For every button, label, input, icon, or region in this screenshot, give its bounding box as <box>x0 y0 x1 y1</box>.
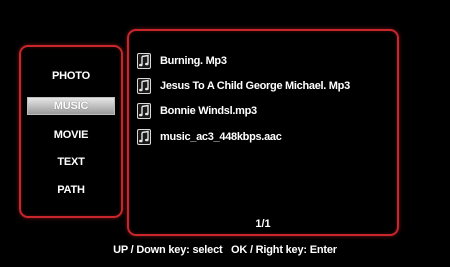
file-list-item[interactable]: Jesus To A Child George Michael. Mp3 <box>137 77 350 95</box>
file-list-panel: Burning. Mp3 Jesus To A Child George Mic… <box>127 29 399 236</box>
menu-item-movie[interactable]: MOVIE <box>27 126 115 144</box>
category-menu: PHOTO MUSIC MOVIE TEXT PATH <box>19 45 123 218</box>
file-name: Jesus To A Child George Michael. Mp3 <box>160 80 350 92</box>
file-list-item[interactable]: music_ac3_448kbps.aac <box>137 128 282 146</box>
music-file-icon <box>137 103 151 119</box>
page-indicator: 1/1 <box>255 218 271 230</box>
media-browser-screen: PHOTO MUSIC MOVIE TEXT PATH Burning. Mp3 <box>0 0 450 267</box>
menu-item-music[interactable]: MUSIC <box>27 97 115 115</box>
music-file-icon <box>137 53 151 69</box>
menu-item-text[interactable]: TEXT <box>27 153 115 171</box>
key-help-bar: UP / Down key: select OK / Right key: En… <box>113 244 337 256</box>
file-name: Bonnie Windsl.mp3 <box>160 105 257 117</box>
music-file-icon <box>137 78 151 94</box>
file-name: music_ac3_448kbps.aac <box>160 131 282 143</box>
music-file-icon <box>137 129 151 145</box>
file-name: Burning. Mp3 <box>160 55 227 67</box>
menu-item-path[interactable]: PATH <box>27 181 115 199</box>
file-list-item[interactable]: Bonnie Windsl.mp3 <box>137 102 257 120</box>
file-list-item[interactable]: Burning. Mp3 <box>137 52 227 70</box>
menu-item-photo[interactable]: PHOTO <box>27 67 115 85</box>
